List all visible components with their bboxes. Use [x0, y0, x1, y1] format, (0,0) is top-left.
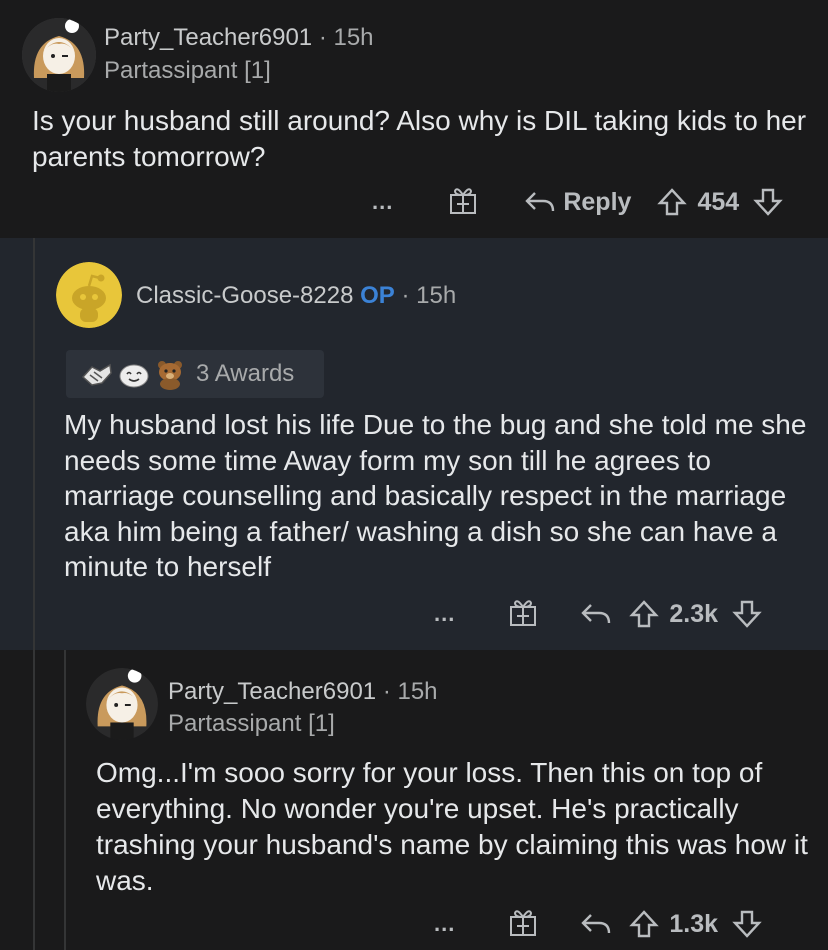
reply-label: Reply: [563, 187, 632, 216]
comment-body: My husband lost his life Due to the bug …: [64, 409, 807, 582]
gift-icon[interactable]: [507, 906, 539, 943]
timestamp: 15h: [397, 678, 438, 705]
more-options-button[interactable]: ...: [372, 189, 393, 215]
award-handshake-icon: [80, 359, 114, 389]
comment-header: Party_Teacher6901 · 15h: [168, 678, 438, 706]
reply-arrow-icon: [581, 604, 611, 624]
user-flair: Partassipant [1]: [104, 57, 271, 84]
separator: ·: [382, 678, 391, 705]
reply-button[interactable]: Reply: [523, 187, 631, 217]
downvote-button[interactable]: [732, 599, 762, 629]
thread-line[interactable]: [33, 650, 35, 950]
comment-body: Is your husband still around? Also why i…: [32, 105, 807, 172]
avatar-girl-icon: [86, 668, 158, 740]
reply-button[interactable]: [579, 599, 613, 629]
reply-button[interactable]: [579, 909, 613, 939]
upvote-icon: [629, 910, 660, 938]
downvote-icon: [753, 188, 783, 216]
op-badge: OP: [360, 282, 395, 309]
upvote-button[interactable]: [657, 187, 688, 217]
downvote-icon: [732, 910, 762, 938]
more-options-button[interactable]: ...: [434, 601, 455, 627]
awards-badge[interactable]: 3 Awards: [66, 350, 324, 398]
comment-actions: ... 2.3k: [434, 594, 762, 634]
user-flair: Partassipant [1]: [168, 710, 335, 737]
reply-arrow-icon: [525, 192, 555, 212]
comment-actions: ... Reply 454: [372, 182, 783, 222]
comment-header: Classic-Goose-8228 OP · 15h: [136, 282, 456, 310]
vote-count: 454: [697, 187, 740, 216]
more-options-button[interactable]: ...: [434, 911, 455, 937]
comment-actions: ... 1.3k: [434, 904, 762, 944]
upvote-icon: [657, 188, 688, 216]
username[interactable]: Party_Teacher6901: [104, 24, 312, 51]
upvote-button[interactable]: [629, 599, 660, 629]
avatar[interactable]: [56, 262, 122, 328]
award-wholesome-icon: [118, 359, 150, 389]
upvote-icon: [629, 600, 660, 628]
vote-count: 1.3k: [669, 909, 719, 938]
timestamp: 15h: [333, 24, 374, 51]
comment-1: Party_Teacher6901 · 15h Partassipant [1]…: [0, 0, 828, 238]
timestamp: 15h: [416, 282, 457, 309]
gift-icon[interactable]: [507, 596, 539, 633]
downvote-icon: [732, 600, 762, 628]
avatar[interactable]: [86, 668, 158, 740]
reply-arrow-icon: [581, 914, 611, 934]
downvote-button[interactable]: [732, 909, 762, 939]
avatar-snoo-yellow-icon: [56, 262, 122, 328]
awards-label: 3 Awards: [196, 360, 295, 387]
vote-count: 2.3k: [669, 599, 719, 628]
comment-header: Party_Teacher6901 · 15h: [104, 24, 374, 52]
award-bear-icon: [154, 358, 186, 390]
comment-body: Omg...I'm sooo sorry for your loss. Then…: [96, 757, 808, 896]
avatar[interactable]: [22, 18, 96, 92]
gift-icon[interactable]: [447, 184, 479, 221]
avatar-girl-icon: [22, 18, 96, 92]
username[interactable]: Party_Teacher6901: [168, 678, 376, 705]
upvote-button[interactable]: [629, 909, 660, 939]
username[interactable]: Classic-Goose-8228: [136, 282, 353, 309]
downvote-button[interactable]: [753, 187, 783, 217]
separator: ·: [401, 282, 410, 309]
thread-line-nested[interactable]: [64, 650, 66, 950]
separator: ·: [318, 24, 327, 51]
